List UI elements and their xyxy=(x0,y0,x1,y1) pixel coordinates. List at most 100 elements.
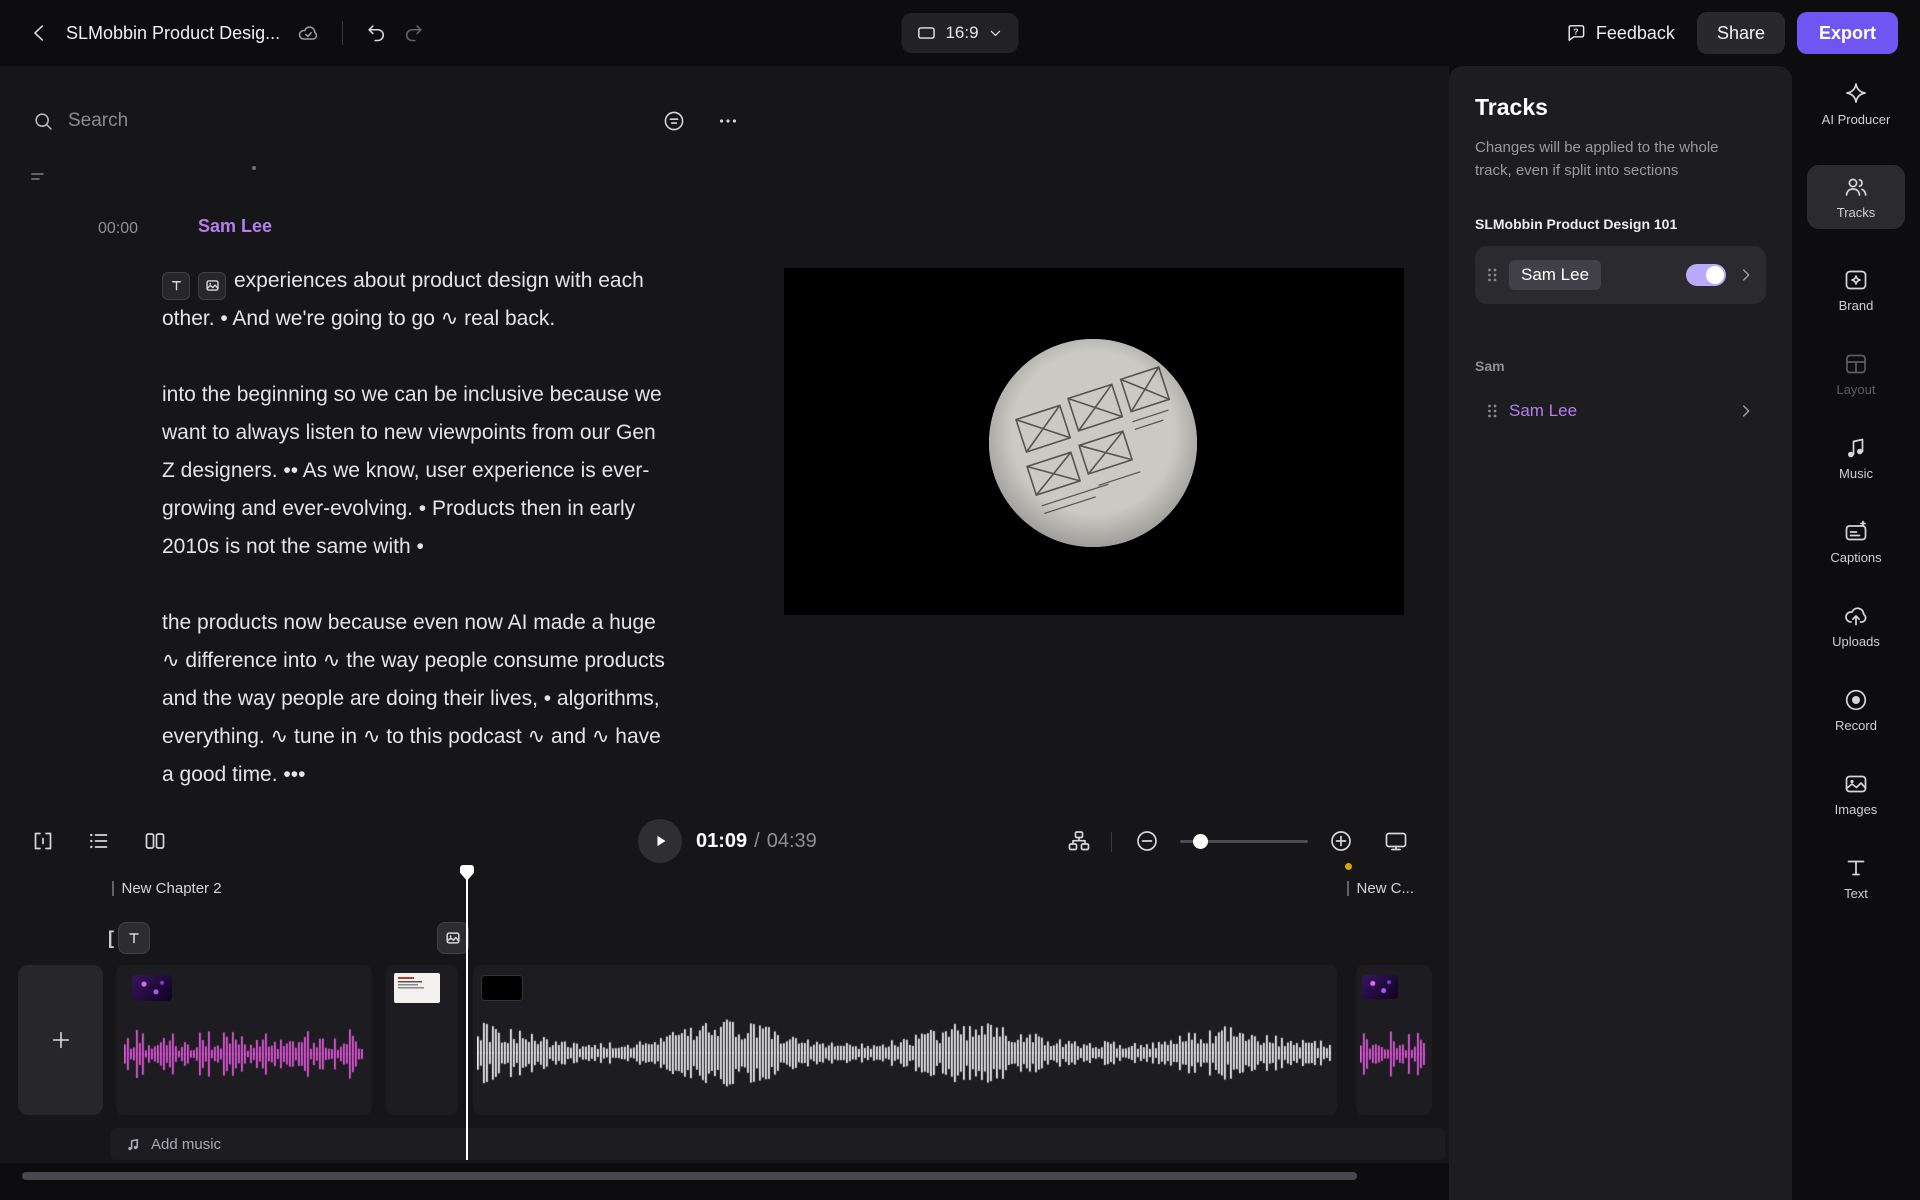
sidebar-item-music[interactable]: Music xyxy=(1807,435,1905,481)
filter-button[interactable] xyxy=(662,109,686,133)
playhead-handle[interactable] xyxy=(459,864,475,882)
speaker-label[interactable]: Sam Lee xyxy=(198,216,272,237)
export-button[interactable]: Export xyxy=(1797,12,1898,54)
feedback-bubble-icon: ? xyxy=(1565,22,1587,44)
columns-icon xyxy=(142,828,168,854)
transcript-paragraph[interactable]: the products now because even now AI mad… xyxy=(162,604,667,794)
drag-handle-icon[interactable] xyxy=(1485,402,1499,420)
record-icon xyxy=(1843,687,1869,713)
transcript[interactable]: experiences about product design with ea… xyxy=(162,262,667,832)
track-name[interactable]: Sam Lee xyxy=(1509,260,1601,290)
text-clip-chip-group: [ xyxy=(108,922,150,954)
chevron-left-icon xyxy=(28,21,52,45)
sidebar-item-text[interactable]: Text xyxy=(1807,855,1905,901)
add-clip-button[interactable] xyxy=(18,965,103,1115)
zoom-slider-handle[interactable] xyxy=(1193,834,1208,849)
panel-title: Tracks xyxy=(1475,94,1766,121)
track-toggle-on[interactable] xyxy=(1686,264,1726,286)
divider xyxy=(1111,832,1112,852)
transcript-paragraph[interactable]: into the beginning so we can be inclusiv… xyxy=(162,376,667,566)
sidebar-item-brand[interactable]: Brand xyxy=(1807,267,1905,313)
paragraph-text: experiences about product design with ea… xyxy=(162,269,644,330)
sidebar-item-images[interactable]: Images xyxy=(1807,771,1905,817)
feedback-label: Feedback xyxy=(1596,23,1675,44)
sidebar-item-label: Uploads xyxy=(1832,634,1880,649)
track-name[interactable]: Sam Lee xyxy=(1509,401,1577,421)
filter-icon xyxy=(662,109,686,133)
sidebar-item-uploads[interactable]: Uploads xyxy=(1807,603,1905,649)
block-handle-icon[interactable] xyxy=(30,170,48,184)
more-options-button[interactable] xyxy=(716,109,740,133)
plus-circle-icon xyxy=(1328,828,1354,854)
redo-button[interactable] xyxy=(395,15,431,51)
share-button[interactable]: Share xyxy=(1697,12,1785,54)
scene-layout-button[interactable] xyxy=(1066,828,1092,854)
sidebar-item-label: AI Producer xyxy=(1822,112,1891,127)
sidebar-item-label: Music xyxy=(1839,466,1873,481)
track-item-sam-lee[interactable]: Sam Lee xyxy=(1475,246,1766,304)
image-card-chip[interactable] xyxy=(198,272,226,300)
transcript-paragraph[interactable]: experiences about product design with ea… xyxy=(162,262,667,338)
audio-clip-1[interactable] xyxy=(116,965,372,1115)
transcript-timestamp: 00:00 xyxy=(98,220,138,238)
document-title[interactable]: SLMobbin Product Desig... xyxy=(66,23,280,44)
add-music-button[interactable]: Add music xyxy=(110,1128,1445,1160)
chapter-tick xyxy=(1347,881,1349,896)
chevron-right-icon[interactable] xyxy=(1736,401,1756,421)
chevron-right-icon[interactable] xyxy=(1736,265,1756,285)
captions-icon xyxy=(1843,519,1869,545)
plus-icon xyxy=(49,1028,73,1052)
audio-clip-main[interactable] xyxy=(473,965,1337,1115)
play-button[interactable] xyxy=(638,819,682,863)
fullscreen-preview-button[interactable] xyxy=(1383,828,1409,854)
chapter-tick xyxy=(112,881,114,896)
aspect-ratio-selector[interactable]: 16:9 xyxy=(901,13,1018,53)
monitor-icon xyxy=(1383,828,1409,854)
image-clip-chip[interactable] xyxy=(437,922,469,954)
sidebar-item-captions[interactable]: Captions xyxy=(1807,519,1905,565)
text-clip-chip[interactable] xyxy=(118,922,150,954)
scene-clip[interactable] xyxy=(386,965,458,1115)
search-icon xyxy=(32,110,55,133)
chapter-marker-left[interactable]: New Chapter 2 xyxy=(112,880,222,897)
text-card-icon xyxy=(126,930,142,946)
total-time: 04:39 xyxy=(767,830,817,853)
timeline-scroll-area xyxy=(0,1163,1449,1200)
divider xyxy=(342,21,343,45)
search-input[interactable] xyxy=(66,109,500,133)
image-clip-chip-group xyxy=(437,922,469,954)
list-view-button[interactable] xyxy=(86,828,112,854)
track-item-sam-lee-2[interactable]: Sam Lee xyxy=(1475,386,1766,436)
sidebar-item-ai-producer[interactable]: AI Producer xyxy=(1807,81,1905,127)
zoom-out-button[interactable] xyxy=(1134,828,1160,854)
back-button[interactable] xyxy=(22,15,58,51)
text-card-chip[interactable] xyxy=(162,272,190,300)
sidebar-item-layout[interactable]: Layout xyxy=(1807,351,1905,397)
video-preview[interactable] xyxy=(784,268,1404,615)
chapter-label: New Chapter 2 xyxy=(122,880,222,897)
audio-clip-2[interactable] xyxy=(1356,965,1432,1115)
users-icon xyxy=(1843,174,1869,200)
feedback-button[interactable]: ? Feedback xyxy=(1555,14,1685,52)
time-display: 01:09 / 04:39 xyxy=(696,830,817,853)
cloud-upload-icon xyxy=(1843,603,1869,629)
horizontal-scrollbar[interactable] xyxy=(22,1172,1357,1180)
list-icon xyxy=(86,828,112,854)
video-circle-frame xyxy=(989,339,1197,547)
sidebar-item-record[interactable]: Record xyxy=(1807,687,1905,733)
ellipsis-icon xyxy=(716,109,740,133)
undo-button[interactable] xyxy=(359,15,395,51)
sidebar-item-label: Layout xyxy=(1836,382,1875,397)
drag-handle-icon[interactable] xyxy=(1485,266,1499,284)
cloud-sync-icon xyxy=(290,15,326,51)
timeline-track xyxy=(0,965,1449,1115)
undo-icon xyxy=(365,21,389,45)
script-view-toggle-button[interactable] xyxy=(30,828,56,854)
zoom-in-button[interactable] xyxy=(1328,828,1354,854)
chapter-marker-right[interactable]: New C... xyxy=(1347,880,1414,897)
waveform-white xyxy=(477,1017,1333,1089)
panel-description: Changes will be applied to the whole tra… xyxy=(1475,137,1743,182)
split-view-button[interactable] xyxy=(142,828,168,854)
sidebar-item-label: Tracks xyxy=(1837,205,1876,220)
sidebar-item-tracks[interactable]: Tracks xyxy=(1807,165,1905,229)
